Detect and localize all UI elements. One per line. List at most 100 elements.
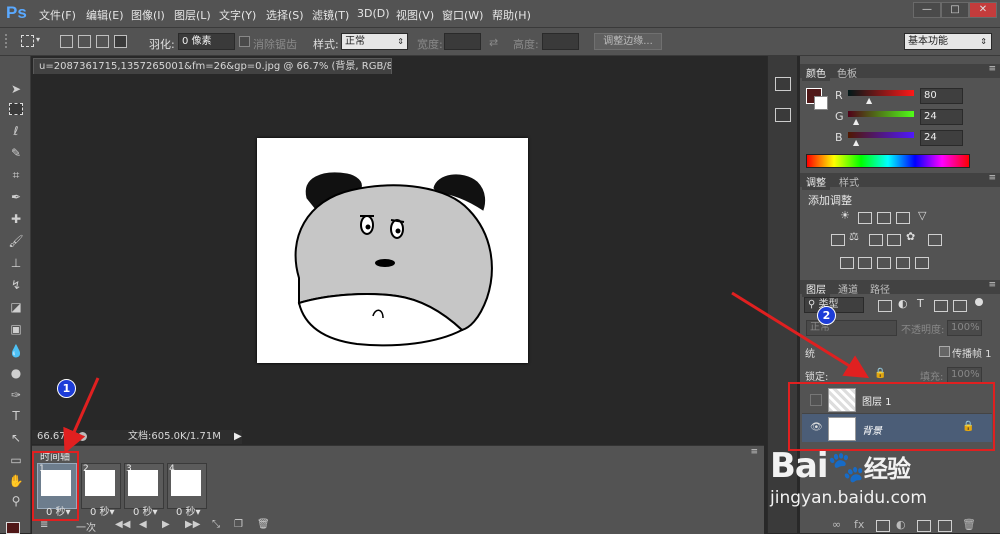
menu-view[interactable]: 视图(V) — [396, 7, 434, 23]
play-icon[interactable]: ▶ — [162, 519, 170, 530]
width-input[interactable] — [444, 33, 481, 50]
frame-delay-select[interactable]: 0 秒▾ — [133, 503, 158, 518]
filter-shape-icon[interactable] — [934, 300, 948, 312]
zoom-tool-icon[interactable]: ⚲ — [8, 494, 24, 508]
tab-styles[interactable]: 样式 — [835, 173, 863, 190]
new-selection-icon[interactable] — [60, 35, 73, 48]
tab-adjustments[interactable]: 调整 — [802, 173, 830, 190]
new-adjustment-layer-icon[interactable]: ◐ — [896, 518, 906, 531]
new-group-icon[interactable] — [917, 520, 931, 532]
close-button[interactable]: ✕ — [969, 2, 997, 18]
fill-input[interactable]: 100% — [947, 367, 982, 383]
filter-pixel-icon[interactable] — [878, 300, 892, 312]
channel-b-input[interactable]: 24 — [920, 130, 963, 146]
height-input[interactable] — [542, 33, 579, 50]
swap-icon[interactable]: ⇄ — [489, 36, 498, 49]
hand-tool-icon[interactable]: ✋ — [8, 474, 24, 488]
intersect-selection-icon[interactable] — [114, 35, 127, 48]
history-panel-icon[interactable] — [775, 77, 791, 91]
feather-input[interactable]: 0 像素 — [178, 33, 235, 50]
workspace-select[interactable]: 基本功能 ⇕ — [904, 33, 992, 50]
duplicate-frame-icon[interactable]: ❐ — [234, 519, 243, 530]
eyedropper-tool-icon[interactable]: ✒ — [8, 190, 24, 204]
tab-channels[interactable]: 通道 — [834, 280, 862, 297]
filter-type-icon[interactable]: T — [917, 297, 924, 310]
threshold-icon[interactable] — [877, 257, 891, 269]
dodge-tool-icon[interactable]: ● — [8, 366, 24, 380]
panel-menu-icon[interactable]: ≡ — [750, 447, 758, 457]
channel-r-input[interactable]: 80 — [920, 88, 963, 104]
path-select-tool-icon[interactable]: ↖ — [8, 431, 24, 445]
color-spectrum-bar[interactable] — [806, 154, 970, 168]
brightness-contrast-icon[interactable]: ☀ — [840, 209, 850, 222]
opacity-input[interactable]: 100% — [947, 320, 982, 336]
filter-toggle-icon[interactable] — [975, 298, 983, 306]
menu-edit[interactable]: 编辑(E) — [86, 7, 124, 23]
menu-3d[interactable]: 3D(D) — [357, 7, 390, 20]
loop-select[interactable]: 一次 — [76, 519, 96, 534]
subtract-selection-icon[interactable] — [96, 35, 109, 48]
shape-tool-icon[interactable]: ▭ — [8, 453, 24, 467]
slider-thumb-icon[interactable]: ▲ — [853, 138, 859, 147]
marquee-tool-preset-icon[interactable] — [21, 35, 34, 47]
next-frame-icon[interactable]: ▶▶ — [185, 519, 200, 530]
panel-menu-icon[interactable]: ≡ — [988, 280, 996, 290]
background-color-swatch[interactable] — [814, 96, 828, 110]
lasso-tool-icon[interactable]: ℓ — [8, 124, 24, 138]
antialias-checkbox[interactable] — [239, 36, 250, 47]
document-tab[interactable]: u=2087361715,1357265001&fm=26&gp=0.jpg @… — [33, 58, 392, 74]
previous-frame-icon[interactable]: ◀ — [139, 519, 147, 530]
brush-tool-icon[interactable]: 🖌 — [8, 234, 24, 248]
propagate-frame-checkbox[interactable] — [939, 346, 950, 357]
frame-delay-select[interactable]: 0 秒▾ — [176, 503, 201, 518]
fx-icon[interactable]: fx — [854, 518, 864, 531]
filter-smart-object-icon[interactable] — [953, 300, 967, 312]
tab-color[interactable]: 颜色 — [802, 64, 830, 81]
levels-icon[interactable] — [858, 212, 872, 224]
move-tool-icon[interactable]: ➤ — [8, 82, 24, 96]
tab-paths[interactable]: 路径 — [866, 280, 894, 297]
refine-edge-button[interactable]: 调整边缘... — [594, 33, 662, 50]
curves-icon[interactable] — [877, 212, 891, 224]
black-white-icon[interactable] — [869, 234, 883, 246]
posterize-icon[interactable] — [858, 257, 872, 269]
menu-image[interactable]: 图像(I) — [131, 7, 165, 23]
quick-select-tool-icon[interactable]: ✎ — [8, 146, 24, 160]
clone-stamp-tool-icon[interactable]: ⊥ — [8, 256, 24, 270]
channel-r-slider[interactable] — [848, 90, 914, 96]
tab-layers[interactable]: 图层 — [802, 280, 830, 297]
add-mask-icon[interactable] — [876, 520, 890, 532]
foreground-color-swatch[interactable] — [6, 522, 20, 534]
menu-filter[interactable]: 滤镜(T) — [312, 7, 349, 23]
hue-saturation-icon[interactable] — [831, 234, 845, 246]
tab-swatches[interactable]: 色板 — [833, 64, 861, 81]
tween-icon[interactable]: ⤡ — [212, 519, 220, 530]
rect-marquee-tool-icon[interactable] — [9, 103, 23, 115]
color-balance-icon[interactable]: ⚖ — [849, 230, 859, 243]
menu-layer[interactable]: 图层(L) — [174, 7, 211, 23]
selective-color-icon[interactable] — [896, 257, 910, 269]
photo-filter-icon[interactable] — [887, 234, 901, 246]
status-info-icon[interactable] — [78, 432, 87, 441]
pen-tool-icon[interactable]: ✑ — [8, 388, 24, 402]
add-selection-icon[interactable] — [78, 35, 91, 48]
filter-adjustment-icon[interactable]: ◐ — [898, 297, 908, 310]
type-tool-icon[interactable]: T — [8, 409, 24, 423]
crop-tool-icon[interactable]: ⌗ — [8, 168, 24, 182]
minimize-button[interactable]: — — [913, 2, 941, 18]
panel-menu-icon[interactable]: ≡ — [988, 64, 996, 74]
lock-position-icon[interactable]: ✥ — [856, 368, 864, 379]
menu-select[interactable]: 选择(S) — [266, 7, 304, 23]
channel-mixer-icon[interactable]: ✿ — [906, 230, 915, 243]
panel-menu-icon[interactable]: ≡ — [988, 173, 996, 183]
maximize-button[interactable]: □ — [941, 2, 969, 18]
link-layers-icon[interactable]: ∞ — [832, 518, 841, 531]
blur-tool-icon[interactable]: 💧 — [8, 344, 24, 358]
status-menu-arrow-icon[interactable]: ▶ — [234, 430, 242, 444]
first-frame-icon[interactable]: ◀◀ — [115, 519, 130, 530]
invert-icon[interactable] — [840, 257, 854, 269]
document-image[interactable] — [257, 138, 528, 363]
chevron-down-icon[interactable]: ▾ — [36, 35, 40, 44]
healing-brush-tool-icon[interactable]: ✚ — [8, 212, 24, 226]
menu-file[interactable]: 文件(F) — [39, 7, 76, 23]
